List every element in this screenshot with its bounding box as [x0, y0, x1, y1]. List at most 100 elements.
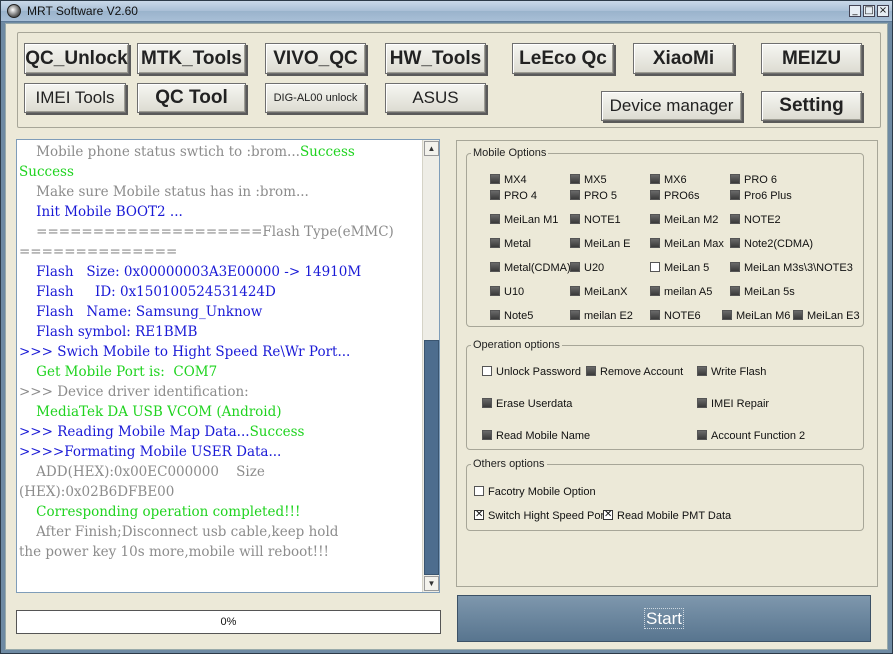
mobile-option-checkbox[interactable]: MeiLan E3 [793, 310, 860, 323]
qc-unlock-button[interactable]: QC_Unlock [24, 43, 129, 74]
checkbox-icon[interactable] [570, 286, 580, 296]
checkbox-icon[interactable] [650, 286, 660, 296]
mobile-option-checkbox[interactable]: MeiLan M6 [722, 310, 790, 323]
setting-button[interactable]: Setting [761, 91, 862, 121]
asus-button[interactable]: ASUS [385, 83, 486, 113]
mobile-option-checkbox[interactable]: MeiLan M3s\3\NOTE3 [730, 262, 853, 275]
checkbox-icon[interactable] [570, 214, 580, 224]
checkbox-icon[interactable] [697, 430, 707, 440]
mobile-option-checkbox[interactable]: PRO 5 [570, 190, 617, 203]
scroll-down-icon[interactable]: ▼ [424, 576, 439, 591]
minimize-button[interactable]: _ [849, 5, 861, 17]
hw-tools-button[interactable]: HW_Tools [385, 43, 486, 74]
qc-tool-button[interactable]: QC Tool [137, 83, 246, 113]
mobile-option-checkbox[interactable]: Note2(CDMA) [730, 238, 813, 251]
checkbox-icon[interactable] [490, 286, 500, 296]
mobile-option-checkbox[interactable]: Note5 [490, 310, 533, 323]
vivo-qc-button[interactable]: VIVO_QC [265, 43, 366, 74]
mobile-option-checkbox[interactable]: MX4 [490, 174, 527, 187]
mobile-option-checkbox[interactable]: MeiLan Max [650, 238, 724, 251]
read-mobile-name-checkbox[interactable]: Read Mobile Name [482, 430, 590, 443]
checkbox-icon[interactable] [697, 366, 707, 376]
checkbox-icon[interactable] [730, 238, 740, 248]
erase-userdata-checkbox[interactable]: Erase Userdata [482, 398, 572, 411]
checkbox-icon[interactable] [650, 238, 660, 248]
mobile-option-checkbox[interactable]: MX5 [570, 174, 607, 187]
checkbox-icon[interactable] [730, 190, 740, 200]
checkbox-icon[interactable] [730, 286, 740, 296]
imei-tools-button[interactable]: IMEI Tools [24, 83, 126, 113]
mobile-option-checkbox[interactable]: PRO6s [650, 190, 699, 203]
mobile-option-checkbox[interactable]: meilan E2 [570, 310, 633, 323]
scroll-thumb[interactable] [424, 340, 439, 575]
checkbox-icon[interactable] [793, 310, 803, 320]
mobile-option-checkbox[interactable]: meilan A5 [650, 286, 712, 299]
checkbox-icon[interactable] [650, 310, 660, 320]
dig-al00-unlock-button[interactable]: DIG-AL00 unlock [265, 83, 366, 113]
mobile-option-checkbox[interactable]: MeiLanX [570, 286, 627, 299]
imei-repair-checkbox[interactable]: IMEI Repair [697, 398, 769, 411]
mobile-option-checkbox[interactable]: NOTE2 [730, 214, 781, 227]
mobile-option-checkbox[interactable]: NOTE6 [650, 310, 701, 323]
mobile-option-checkbox[interactable]: Pro6 Plus [730, 190, 792, 203]
checkbox-icon[interactable] [490, 310, 500, 320]
checkbox-icon[interactable] [650, 174, 660, 184]
checkbox-icon[interactable] [482, 398, 492, 408]
checkbox-icon[interactable] [697, 398, 707, 408]
read-mobile-pmt-checkbox[interactable]: Read Mobile PMT Data [603, 509, 731, 523]
checkbox-icon[interactable] [722, 310, 732, 320]
checkbox-icon[interactable] [482, 366, 492, 376]
remove-account-checkbox[interactable]: Remove Account [586, 366, 683, 379]
close-button[interactable]: × [877, 5, 889, 17]
start-button[interactable]: Start [457, 595, 871, 642]
mobile-option-checkbox[interactable]: U10 [490, 286, 524, 299]
checkbox-icon[interactable] [570, 174, 580, 184]
mobile-option-checkbox[interactable]: MX6 [650, 174, 687, 187]
checkbox-icon[interactable] [650, 262, 660, 272]
checkbox-icon[interactable] [482, 430, 492, 440]
checkbox-icon[interactable] [490, 174, 500, 184]
mobile-option-checkbox[interactable]: PRO 6 [730, 174, 777, 187]
mobile-option-checkbox[interactable]: NOTE1 [570, 214, 621, 227]
checkbox-icon[interactable] [730, 262, 740, 272]
mtk-tools-button[interactable]: MTK_Tools [137, 43, 246, 74]
mobile-option-checkbox[interactable]: MeiLan M1 [490, 214, 558, 227]
checkbox-icon[interactable] [730, 214, 740, 224]
leeco-qc-button[interactable]: LeEco Qc [512, 43, 614, 74]
checkbox-icon[interactable] [570, 262, 580, 272]
mobile-option-checkbox[interactable]: Metal [490, 238, 531, 251]
write-flash-checkbox[interactable]: Write Flash [697, 366, 766, 379]
checkbox-icon[interactable] [490, 214, 500, 224]
mobile-option-checkbox[interactable]: Metal(CDMA) [490, 262, 571, 275]
checkbox-icon[interactable] [570, 310, 580, 320]
xiaomi-button[interactable]: XiaoMi [633, 43, 734, 74]
checkbox-icon[interactable] [570, 238, 580, 248]
checkbox-icon[interactable] [586, 366, 596, 376]
log-output[interactable]: Mobile phone status swtich to :brom...Su… [16, 139, 440, 593]
account-function-2-checkbox[interactable]: Account Function 2 [697, 430, 805, 443]
log-scrollbar[interactable]: ▲ ▼ [422, 140, 439, 592]
mobile-option-checkbox[interactable]: MeiLan 5s [730, 286, 795, 299]
checkbox-icon[interactable] [474, 486, 484, 496]
checkbox-icon[interactable] [490, 190, 500, 200]
factory-mobile-option-checkbox[interactable]: Facotry Mobile Option [474, 486, 596, 499]
checkbox-icon[interactable] [650, 190, 660, 200]
checkbox-icon[interactable] [490, 238, 500, 248]
checkbox-icon[interactable] [730, 174, 740, 184]
switch-high-speed-checkbox[interactable]: Switch Hight Speed Por [474, 509, 604, 523]
meizu-button[interactable]: MEIZU [761, 43, 862, 74]
mobile-option-checkbox[interactable]: MeiLan 5 [650, 262, 709, 275]
checkbox-icon[interactable] [570, 190, 580, 200]
checked-icon[interactable] [603, 509, 613, 521]
maximize-button[interactable]: □ [863, 5, 875, 17]
checkbox-icon[interactable] [490, 262, 500, 272]
mobile-option-checkbox[interactable]: MeiLan M2 [650, 214, 718, 227]
unlock-password-checkbox[interactable]: Unlock Password [482, 366, 581, 379]
mobile-option-checkbox[interactable]: MeiLan E [570, 238, 630, 251]
checkbox-icon[interactable] [650, 214, 660, 224]
scroll-up-icon[interactable]: ▲ [424, 141, 439, 156]
mobile-option-checkbox[interactable]: PRO 4 [490, 190, 537, 203]
checked-icon[interactable] [474, 509, 484, 521]
mobile-option-checkbox[interactable]: U20 [570, 262, 604, 275]
device-manager-button[interactable]: Device manager [601, 91, 742, 121]
